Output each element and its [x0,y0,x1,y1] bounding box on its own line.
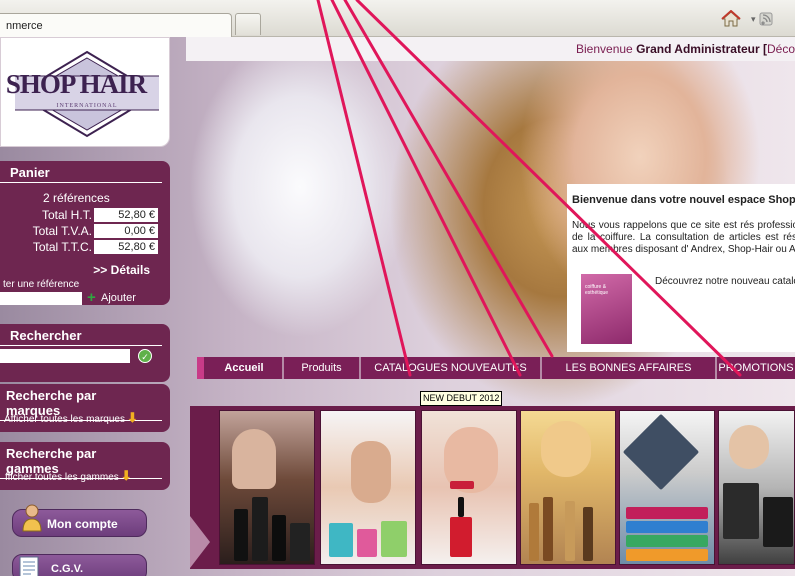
cart-row-tva: Total T.V.A. 0,00 € [0,224,158,238]
nav-item-promotions[interactable]: PROMOTIONS [717,357,795,379]
info-text: Nous vous rappelons que ce site est rés … [572,220,795,255]
search-go-icon[interactable]: ✓ [138,349,152,363]
product-image-hair-care[interactable] [219,410,315,565]
new-tab-button[interactable] [235,13,261,35]
product-strip [190,406,795,569]
strip-notch [190,516,210,568]
nav-item-catalogues[interactable]: CATALOGUES NOUVEAUTES [361,357,542,379]
my-account-label: Mon compte [47,517,118,531]
product-image-nail-polish[interactable] [421,410,517,565]
add-reference-label: ter une référence [3,279,80,290]
catalog-thumbnail[interactable]: coiffure & esthétique [581,274,632,344]
cart-value: 52,80 € [94,208,158,222]
welcome-prefix: Bienvenue [576,42,633,56]
cart-references: 2 références [43,191,110,205]
welcome-message: Bienvenue Grand Administrateur [Déco [576,42,795,56]
search-input[interactable] [0,349,130,363]
nav-item-produits[interactable]: Produits [284,357,361,379]
arrow-down-icon: ⬇ [120,468,132,483]
nav-accent [197,357,204,379]
cart-details-link[interactable]: >> Détails [93,263,150,277]
search-title: Rechercher [0,324,162,346]
feeds-icon[interactable]: ▾ [750,10,778,28]
add-button[interactable]: Ajouter [101,292,136,304]
logout-link[interactable]: Déco [767,42,795,56]
cart-label: Total T.V.A. [32,224,92,238]
all-brands-link[interactable]: Afficher toutes les marques ⬇ [4,410,138,426]
arrow-down-icon: ⬇ [127,410,138,425]
nav-item-bonnes-affaires[interactable]: LES BONNES AFFAIRES [542,357,717,379]
cart-value: 52,80 € [94,240,158,254]
user-icon [22,504,42,532]
svg-text:▾: ▾ [751,15,756,25]
brands-panel: Recherche par marques Afficher toutes le… [0,384,170,432]
cart-label: Total H.T. [41,208,92,222]
home-icon[interactable] [721,10,741,28]
catalog-link[interactable]: Découvrez notre nouveau catalogu [655,276,795,287]
cart-value: 0,00 € [94,224,158,238]
cart-row-ht: Total H.T. 52,80 € [0,208,158,222]
all-ranges-label: fficher toutes les gammes [5,472,119,483]
logo-text: SHOP HAIR [5,69,147,99]
tooltip: NEW DEBUT 2012 [420,391,503,406]
all-ranges-link[interactable]: fficher toutes les gammes ⬇ [5,468,132,484]
nav-item-accueil[interactable]: Accueil [206,357,284,379]
welcome-info-box: Bienvenue dans votre nouvel espace Shop-… [567,184,795,352]
ranges-panel: Recherche par gammes fficher toutes les … [0,442,170,490]
info-title: Bienvenue dans votre nouvel espace Shop-… [572,194,795,206]
logo-box[interactable]: SHOP HAIR INTERNATIONAL [0,37,170,147]
product-image-salon-furniture[interactable] [718,410,795,565]
search-panel: Rechercher ✓ [0,324,170,382]
product-image-hair-accessories[interactable] [520,410,616,565]
plus-icon[interactable]: + [87,290,99,305]
cart-label: Total T.T.C. [32,240,92,254]
cart-panel: Panier 2 références Total H.T. 52,80 € T… [0,161,170,305]
cart-row-ttc: Total T.T.C. 52,80 € [0,240,158,254]
welcome-user: Grand Administrateur [636,42,760,56]
product-image-body-care[interactable] [320,410,416,565]
catalog-thumb-text: coiffure & esthétique [585,284,609,296]
main-nav: Accueil Produits CATALOGUES NOUVEAUTES L… [197,357,795,379]
my-account-button[interactable]: Mon compte [12,504,147,537]
logo-subtext: INTERNATIONAL [56,103,118,109]
product-image-towels[interactable] [619,410,715,565]
reference-input[interactable] [0,292,82,305]
browser-toolbar: nmerce ▾ [0,0,795,37]
browser-tab-title: nmerce [6,20,43,32]
cgv-label: C.G.V. [51,563,83,575]
cart-title: Panier [0,161,162,183]
browser-tab[interactable]: nmerce [0,13,232,37]
cgv-button[interactable]: C.G.V. [12,554,147,576]
webpage: Bienvenue Grand Administrateur [Déco SHO… [0,37,795,576]
top-bar: Bienvenue Grand Administrateur [Déco [186,37,795,61]
document-icon [19,556,39,576]
all-brands-label: Afficher toutes les marques [4,414,125,425]
